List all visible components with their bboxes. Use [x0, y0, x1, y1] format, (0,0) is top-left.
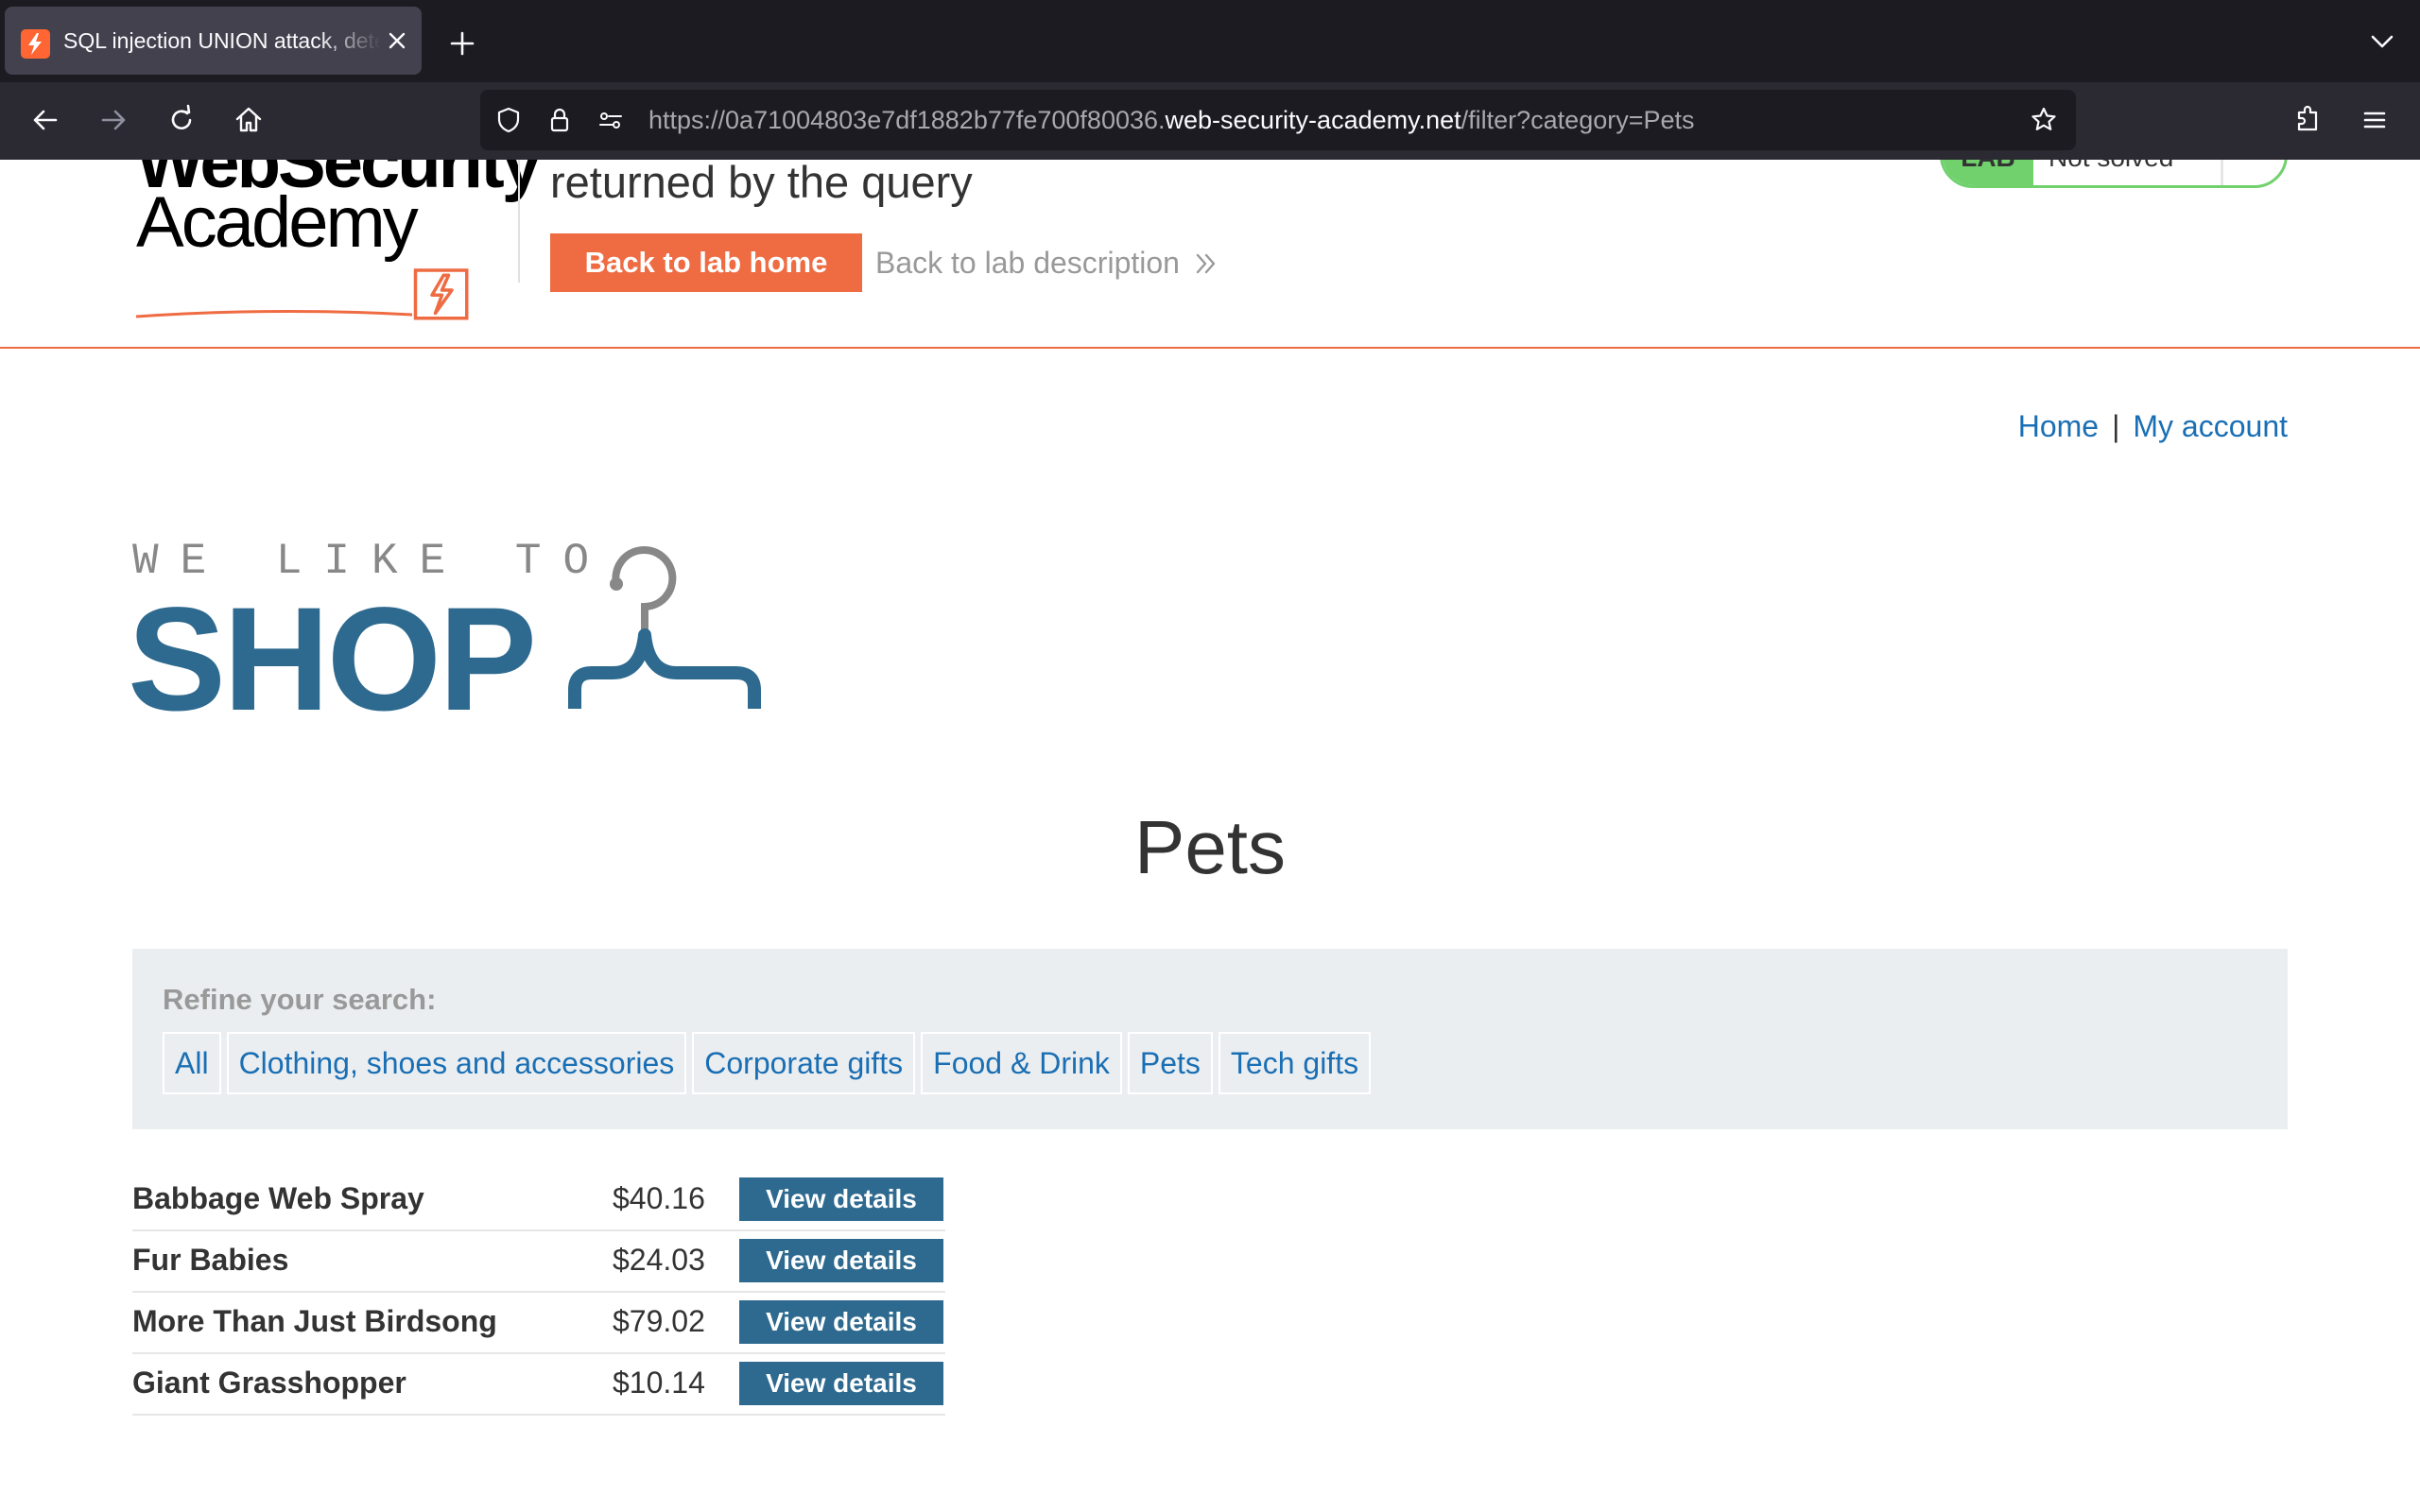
- back-to-lab-description-link[interactable]: Back to lab description: [875, 233, 1180, 292]
- url-bar[interactable]: https://0a71004803e7df1882b77fe700f80036…: [480, 90, 2076, 150]
- product-price: $10.14: [613, 1366, 705, 1400]
- url-host: web-security-academy.net: [1165, 106, 1461, 134]
- double-chevron-right-icon[interactable]: [1193, 250, 1219, 277]
- category-link-clothing[interactable]: Clothing, shoes and accessories: [226, 1032, 687, 1094]
- nav-separator: |: [2112, 409, 2120, 443]
- product-price: $79.02: [613, 1304, 705, 1338]
- back-to-lab-home-button[interactable]: Back to lab home: [550, 233, 862, 292]
- shop-word: SHOP: [128, 577, 537, 742]
- clothes-hanger-icon: [568, 546, 761, 709]
- permissions-icon[interactable]: [596, 105, 626, 135]
- lab-status-separator: [2221, 160, 2223, 185]
- view-details-button[interactable]: View details: [739, 1362, 943, 1405]
- close-icon[interactable]: [381, 25, 413, 57]
- reload-icon[interactable]: [163, 101, 200, 139]
- url-text[interactable]: https://0a71004803e7df1882b77fe700f80036…: [648, 90, 1695, 150]
- product-price: $24.03: [613, 1243, 705, 1277]
- category-link-pets[interactable]: Pets: [1127, 1032, 1213, 1094]
- product-name: Babbage Web Spray: [132, 1181, 424, 1215]
- url-prefix: https://0a71004803e7df1882b77fe700f80036…: [648, 106, 1166, 134]
- lab-banner: WebSecurity Academy returned by the quer…: [0, 160, 2420, 349]
- top-nav: Home | My account: [1976, 409, 2288, 451]
- logo-underline-icon: [135, 309, 413, 318]
- extensions-icon[interactable]: [2289, 101, 2326, 139]
- my-account-link[interactable]: My account: [2133, 409, 2288, 443]
- forward-arrow-icon[interactable]: [95, 101, 132, 139]
- category-link-food-drink[interactable]: Food & Drink: [921, 1032, 1122, 1094]
- category-link-tech-gifts[interactable]: Tech gifts: [1218, 1032, 1372, 1094]
- product-table: Babbage Web Spray $40.16 View details Fu…: [132, 1170, 945, 1416]
- header-divider: [518, 160, 520, 283]
- shop-logo: WE LIKE TO SHOP: [128, 529, 794, 733]
- logo-line-2: Academy: [136, 182, 419, 263]
- home-icon[interactable]: [230, 101, 268, 139]
- lab-status-text: Not solved: [2048, 160, 2173, 185]
- view-details-button[interactable]: View details: [739, 1300, 943, 1344]
- lab-status-widget: LAB Not solved: [1940, 160, 2288, 188]
- browser-tab-bar: SQL injection UNION attack, determining …: [0, 0, 2420, 82]
- view-details-button[interactable]: View details: [739, 1177, 943, 1221]
- url-path: /filter?category=Pets: [1461, 106, 1695, 134]
- web-security-academy-logo[interactable]: WebSecurity Academy: [132, 160, 542, 330]
- product-name: Fur Babies: [132, 1243, 289, 1277]
- lab-title: returned by the query: [550, 160, 973, 207]
- category-link-all[interactable]: All: [163, 1032, 221, 1094]
- filter-label: Refine your search:: [163, 983, 437, 1016]
- chevron-down-icon[interactable]: [2363, 25, 2401, 59]
- back-arrow-icon[interactable]: [26, 101, 64, 139]
- shield-icon[interactable]: [493, 105, 524, 135]
- tab-title: SQL injection UNION attack, determining …: [63, 28, 381, 53]
- view-details-button[interactable]: View details: [739, 1239, 943, 1282]
- active-tab[interactable]: SQL injection UNION attack, determining …: [5, 7, 422, 75]
- category-link-corporate-gifts[interactable]: Corporate gifts: [692, 1032, 916, 1094]
- product-name: More Than Just Birdsong: [132, 1304, 497, 1338]
- star-icon[interactable]: [2029, 105, 2059, 135]
- category-filter-list: All Clothing, shoes and accessories Corpor…: [163, 1032, 1376, 1094]
- product-name: Giant Grasshopper: [132, 1366, 406, 1400]
- header-rule: [0, 347, 2420, 349]
- filter-panel: Refine your search: All Clothing, shoes a…: [132, 949, 2288, 1129]
- portswigger-favicon-icon: [21, 29, 50, 59]
- lab-status-label: LAB: [1943, 160, 2033, 185]
- table-row: Babbage Web Spray $40.16 View details: [132, 1170, 945, 1231]
- table-row: Giant Grasshopper $10.14 View details: [132, 1354, 945, 1416]
- product-price: $40.16: [613, 1181, 705, 1215]
- browser-toolbar: https://0a71004803e7df1882b77fe700f80036…: [0, 82, 2420, 160]
- lightning-bolt-icon: [413, 268, 469, 320]
- home-link[interactable]: Home: [2018, 409, 2099, 443]
- page-title: Pets: [1133, 805, 1287, 889]
- plus-icon[interactable]: [443, 25, 481, 62]
- menu-icon[interactable]: [2356, 101, 2394, 139]
- table-row: More Than Just Birdsong $79.02 View deta…: [132, 1293, 945, 1354]
- lock-icon[interactable]: [544, 105, 575, 135]
- table-row: Fur Babies $24.03 View details: [132, 1231, 945, 1293]
